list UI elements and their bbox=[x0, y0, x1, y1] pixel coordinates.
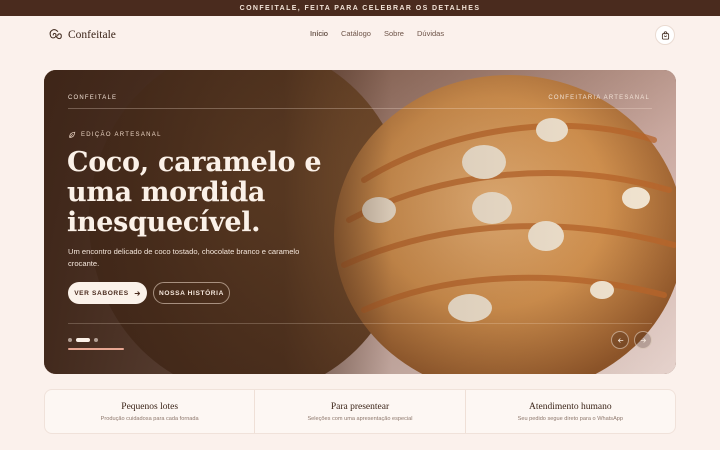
site-header: Confeitale Início Catálogo Sobre Dúvidas bbox=[0, 16, 720, 54]
our-story-label: NOSSA HISTÓRIA bbox=[159, 289, 224, 297]
hero-banner: CONFEITALE CONFEITARIA ARTESANAL EDIÇÃO … bbox=[44, 70, 676, 374]
hero-brand-label: CONFEITALE bbox=[68, 95, 118, 101]
view-flavors-label: VER SABORES bbox=[74, 289, 129, 297]
feature-title: Atendimento humano bbox=[529, 401, 612, 412]
hero-headline: Coco, caramelo e uma mordida inesquecíve… bbox=[67, 147, 322, 238]
edition-label: EDIÇÃO ARTESANAL bbox=[81, 132, 162, 138]
divider bbox=[68, 108, 652, 109]
bag-icon bbox=[661, 30, 669, 40]
slide-indicators bbox=[68, 338, 98, 342]
arrow-left-icon bbox=[617, 337, 623, 343]
nav-item-catalogo[interactable]: Catálogo bbox=[341, 29, 371, 38]
leaf-icon bbox=[69, 131, 76, 138]
feature-description: Seleções com uma apresentação especial bbox=[307, 415, 413, 422]
feature-card: Atendimento humano Seu pedido segue dire… bbox=[464, 390, 675, 433]
prev-slide-button[interactable] bbox=[611, 331, 629, 349]
nav-item-duvidas[interactable]: Dúvidas bbox=[417, 29, 444, 38]
edition-tag: EDIÇÃO ARTESANAL bbox=[68, 131, 162, 139]
arrow-right-icon bbox=[134, 290, 140, 296]
slide-dot-active[interactable] bbox=[76, 338, 90, 342]
hero-category-label: CONFEITARIA ARTESANAL bbox=[548, 95, 650, 101]
feature-title: Para presentear bbox=[330, 401, 390, 412]
slide-dot[interactable] bbox=[68, 338, 72, 342]
slide-dot[interactable] bbox=[94, 338, 98, 342]
our-story-button[interactable]: NOSSA HISTÓRIA bbox=[153, 282, 230, 304]
features-strip: Pequenos lotes Produção cuidadosa para c… bbox=[44, 389, 676, 434]
cart-button[interactable] bbox=[655, 25, 675, 45]
feature-title: Pequenos lotes bbox=[121, 401, 179, 412]
brand-name: Confeitale bbox=[68, 29, 116, 41]
divider bbox=[68, 323, 652, 324]
feature-card: Para presentear Seleções com uma apresen… bbox=[254, 390, 464, 433]
nav-item-inicio[interactable]: Início bbox=[310, 29, 328, 38]
logo[interactable]: Confeitale bbox=[46, 26, 116, 44]
slide-progress-bar bbox=[68, 348, 124, 350]
announcement-text: CONFEITALE, FEITA PARA CELEBRAR OS DETAL… bbox=[239, 4, 481, 12]
hero-subtitle: Um encontro delicado de coco tostado, ch… bbox=[68, 247, 300, 268]
next-slide-button[interactable] bbox=[634, 331, 652, 349]
arrow-right-icon bbox=[640, 337, 646, 343]
nav-item-sobre[interactable]: Sobre bbox=[384, 29, 404, 38]
feature-description: Seu pedido segue direto para o WhatsApp bbox=[517, 415, 624, 422]
announcement-bar: CONFEITALE, FEITA PARA CELEBRAR OS DETAL… bbox=[0, 0, 720, 16]
main-nav: Início Catálogo Sobre Dúvidas bbox=[310, 29, 444, 38]
logo-mark-icon bbox=[49, 29, 62, 40]
feature-description: Produção cuidadosa para cada fornada bbox=[100, 415, 199, 422]
feature-card: Pequenos lotes Produção cuidadosa para c… bbox=[45, 390, 254, 433]
view-flavors-button[interactable]: VER SABORES bbox=[68, 282, 147, 304]
